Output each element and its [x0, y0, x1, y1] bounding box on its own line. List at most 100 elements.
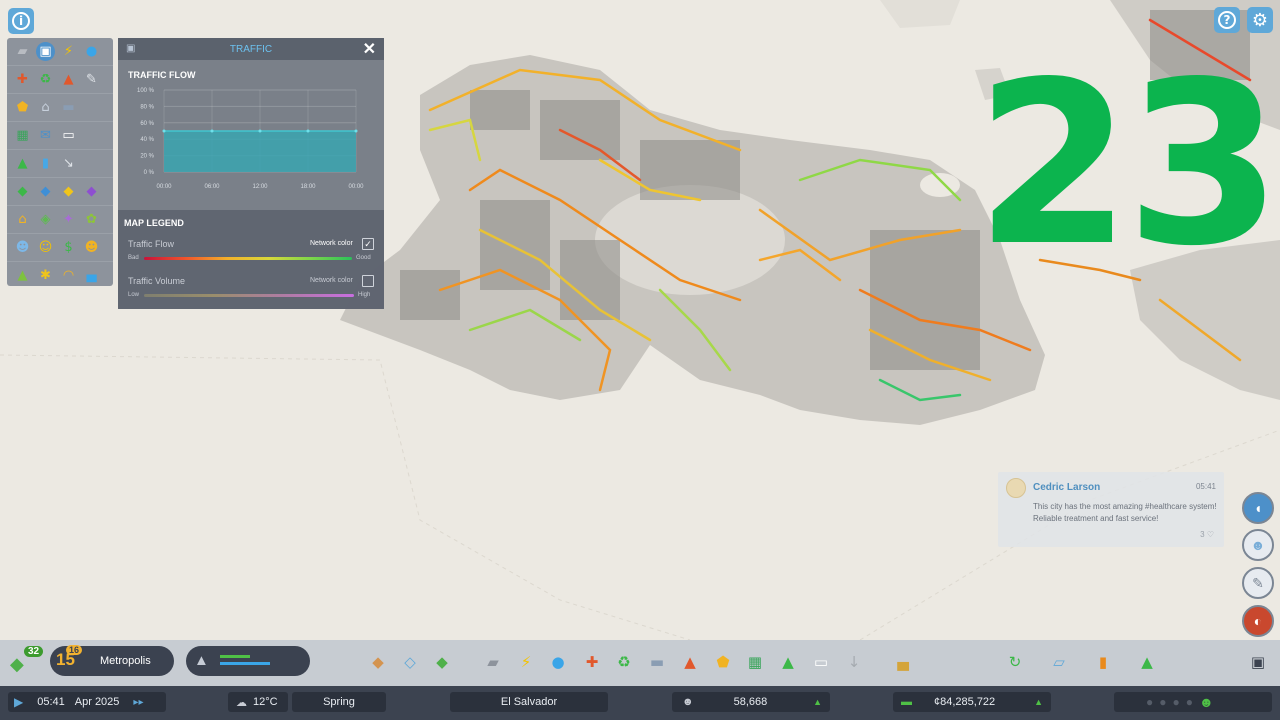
traffic-flow-label: Traffic Flow — [128, 239, 175, 249]
commercial-zone-icon[interactable]: ◆ — [36, 182, 55, 201]
bulldozer-icon[interactable]: ▄ — [891, 650, 915, 674]
help-button[interactable]: ? — [1214, 7, 1240, 33]
citizens-icon[interactable]: ☻ — [13, 238, 32, 257]
area-icon[interactable]: ◇ — [398, 650, 422, 674]
tree-icon[interactable]: ▲ — [13, 154, 32, 173]
temperature: 12°C — [253, 696, 278, 708]
bin-icon[interactable]: ▮ — [36, 154, 55, 173]
wrench-icon[interactable]: ✎ — [82, 70, 101, 89]
chirp-likes[interactable]: 3 ♡ — [1200, 530, 1214, 539]
info-button[interactable]: i — [8, 8, 34, 34]
health-tool-icon[interactable]: ✚ — [580, 650, 604, 674]
mail-icon[interactable]: ✉ — [36, 126, 55, 145]
traffic-flow-network-checkbox[interactable]: ✓ — [362, 238, 374, 250]
demand-bar-green — [220, 655, 250, 658]
tourism-icon[interactable]: ☻ — [82, 238, 101, 257]
time-controls: ▶ 05:41 Apr 2025 ▸▸ — [8, 692, 166, 712]
population[interactable]: ☻ 58,668 ▲ — [672, 692, 830, 712]
journal-button[interactable]: ✎ — [1242, 567, 1274, 599]
map-tiles-icon[interactable]: ▱ — [1047, 650, 1071, 674]
money[interactable]: ▬ ¢84,285,722 ▲ — [893, 692, 1051, 712]
water-icon[interactable]: ● — [82, 42, 101, 61]
electricity-tool-icon[interactable]: ⚡ — [514, 650, 538, 674]
heating-icon[interactable]: ▄ — [82, 266, 101, 285]
milestones-button[interactable]: ◆ 32 — [8, 646, 44, 676]
happiness-dot-icon: ● — [1146, 695, 1154, 709]
chat-icon[interactable]: ▭ — [59, 126, 78, 145]
citizens-button[interactable]: ☻ — [1242, 529, 1274, 561]
milestone-name: Metropolis — [100, 655, 151, 667]
avatar — [1006, 478, 1026, 498]
play-icon[interactable]: ▶ — [14, 695, 23, 709]
city-name-label: El Salvador — [500, 696, 558, 708]
fire-icon[interactable]: ▲ — [59, 70, 78, 89]
demand-bar-blue — [220, 662, 270, 665]
wind-icon[interactable]: ↘ — [59, 154, 78, 173]
traffic-flow-point — [354, 129, 358, 133]
landmark-tool-icon[interactable]: ↓ — [842, 650, 866, 674]
economy-icon[interactable]: ↻ — [1003, 650, 1027, 674]
traffic-volume-gradient — [144, 294, 354, 297]
garbage-tool-icon[interactable]: ♻ — [612, 650, 636, 674]
happiness-dot-icon: ● — [1172, 695, 1180, 709]
office-zone-icon[interactable]: ◆ — [82, 182, 101, 201]
happiness-icon[interactable]: ☺ — [36, 238, 55, 257]
settings-button[interactable]: ⚙ — [1247, 7, 1273, 33]
resources-icon[interactable]: ✱ — [36, 266, 55, 285]
season: Spring — [292, 692, 386, 712]
police-tool-icon[interactable]: ⬟ — [711, 650, 735, 674]
transport-tool-icon[interactable]: ▦ — [743, 650, 767, 674]
pollution-icon[interactable]: ✦ — [59, 210, 78, 229]
industrial-zone-icon[interactable]: ◆ — [59, 182, 78, 201]
y-tick-label: 100 % — [137, 88, 155, 94]
camera-icon[interactable]: ▣ — [1246, 650, 1270, 674]
healthcare-icon[interactable]: ✚ — [13, 70, 32, 89]
city-name[interactable]: El Salvador — [450, 692, 608, 712]
house-icon[interactable]: ⌂ — [13, 210, 32, 229]
noise-icon[interactable]: ◠ — [59, 266, 78, 285]
traffic-panel: ▣ TRAFFIC ✕ TRAFFIC FLOW 100 % 80 % 60 % 40… — [118, 38, 384, 309]
notepad-icon: ✎ — [1252, 574, 1264, 591]
nature-icon[interactable]: ✿ — [82, 210, 101, 229]
education-tool-icon[interactable]: ▬ — [645, 650, 669, 674]
milestone-pill[interactable]: 15 16 Metropolis — [50, 645, 174, 676]
fast-forward-icon[interactable]: ▸▸ — [133, 697, 143, 708]
road-icon[interactable]: ▰ — [13, 42, 32, 61]
electricity-icon[interactable]: ⚡ — [59, 42, 78, 61]
zoning-icon[interactable]: ◆ — [366, 650, 390, 674]
map-legend: MAP LEGEND Traffic Flow Network color ✓ … — [118, 210, 384, 309]
city-services-icon[interactable]: ▲ — [1135, 650, 1159, 674]
bank-icon[interactable]: ⌂ — [36, 98, 55, 117]
happiness-dot-icon: ● — [1185, 695, 1193, 709]
terrain-icon[interactable]: ▲ — [13, 266, 32, 285]
close-icon[interactable]: ✕ — [363, 39, 376, 59]
education-icon[interactable]: ▬ — [59, 98, 78, 117]
water-tool-icon[interactable]: ● — [546, 650, 570, 674]
y-tick-label: 60 % — [140, 121, 154, 127]
bus-icon[interactable]: ▦ — [13, 126, 32, 145]
landscaping-icon[interactable]: ◆ — [430, 650, 454, 674]
recycle-icon[interactable]: ♻ — [36, 70, 55, 89]
money-icon[interactable]: $ — [59, 238, 78, 257]
question-icon: ? — [1218, 11, 1236, 29]
progress-pill[interactable]: ▲ — [186, 646, 310, 676]
chirp-time: 05:41 — [1195, 482, 1216, 491]
parks-tool-icon[interactable]: ▲ — [776, 650, 800, 674]
traffic-flow-point — [258, 129, 262, 133]
land-value-icon[interactable]: ◈ — [36, 210, 55, 229]
traffic-flow-gradient — [144, 257, 352, 260]
fire-tool-icon[interactable]: ▲ — [678, 650, 702, 674]
chirper-message[interactable]: Cedric Larson 05:41 This city has the mo… — [998, 472, 1224, 547]
happiness-indicator[interactable]: ● ● ● ● ☻ — [1114, 692, 1272, 712]
police-icon[interactable]: ⬟ — [13, 98, 32, 117]
chirper-button[interactable]: ◖ — [1242, 492, 1274, 524]
photo-mode-button[interactable]: ◐ — [1242, 605, 1274, 637]
residential-zone-icon[interactable]: ◆ — [13, 182, 32, 201]
arrow-up-icon: ▲ — [1034, 697, 1043, 707]
traffic-icon[interactable]: ▣ — [36, 42, 55, 61]
roads-icon[interactable]: ▰ — [481, 650, 505, 674]
traffic-volume-network-checkbox[interactable] — [362, 275, 374, 287]
chirp-author[interactable]: Cedric Larson — [1033, 482, 1100, 493]
statistics-icon[interactable]: ▮ — [1091, 650, 1115, 674]
communications-tool-icon[interactable]: ▭ — [809, 650, 833, 674]
